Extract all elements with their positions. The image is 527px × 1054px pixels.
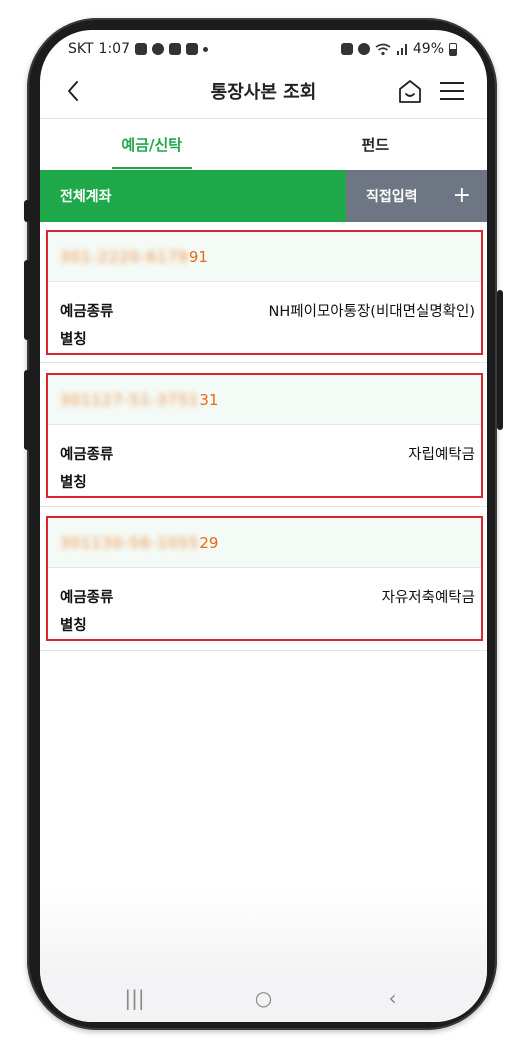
kakao-icon: [152, 43, 164, 55]
account-alias-label: 별칭: [60, 331, 87, 348]
tab-deposit-trust[interactable]: 예금/신탁: [40, 119, 264, 169]
battery-percent: 49%: [412, 41, 444, 57]
account-number-tail: 91: [188, 247, 208, 266]
phone-power-button: [497, 290, 503, 430]
recent-apps-button[interactable]: |||: [115, 984, 155, 1012]
chat-icon: [135, 43, 147, 55]
account-alias-row: 별칭: [60, 324, 475, 352]
tab-fund[interactable]: 펀드: [264, 119, 488, 169]
back-button[interactable]: [62, 76, 86, 106]
home-icon: [399, 80, 421, 103]
account-number: 301130-56-1055 29: [48, 518, 481, 568]
account-alias-row: 별칭: [60, 610, 475, 638]
alarm-icon: [340, 43, 353, 55]
status-left: SKT 1:07: [68, 41, 208, 57]
card-divider: [40, 362, 487, 363]
phone-side-button: [24, 200, 30, 222]
direct-input-label: 직접입력: [366, 189, 418, 205]
account-card[interactable]: 301-2220-6179 91 예금종류 NH페이모아통장(비대면실명확인) 별…: [46, 230, 483, 355]
account-number-masked: 301-2220-6179: [60, 247, 189, 266]
account-type-row: 예금종류 자립예탁금: [60, 439, 475, 467]
carrier: SKT: [68, 41, 94, 57]
app-header: 통장사본 조회: [40, 64, 487, 118]
account-alias-label: 별칭: [60, 617, 87, 634]
hamburger-icon: [440, 82, 464, 100]
battery-icon: [449, 42, 457, 56]
phone-volume-up: [24, 260, 30, 340]
account-type-label: 예금종류: [60, 303, 114, 320]
account-type-value: 자립예탁금: [408, 446, 475, 463]
system-back-button[interactable]: ‹: [373, 984, 413, 1012]
status-bar: SKT 1:07 49%: [40, 30, 487, 64]
account-number-masked: 301127-51-3751: [60, 390, 200, 409]
account-card[interactable]: 301127-51-3751 31 예금종류 자립예탁금 별칭: [46, 373, 483, 498]
account-number: 301127-51-3751 31: [48, 375, 481, 425]
account-type-row: 예금종류 자유저축예탁금: [60, 582, 475, 610]
system-home-button[interactable]: ○: [244, 984, 284, 1012]
card-divider: [40, 506, 487, 507]
account-alias-label: 별칭: [60, 474, 87, 491]
card-divider: [40, 650, 487, 651]
account-number-tail: 29: [199, 533, 219, 552]
account-card[interactable]: 301130-56-1055 29 예금종류 자유저축예탁금 별칭: [46, 516, 483, 641]
account-type-value: NH페이모아통장(비대면실명확인): [268, 303, 475, 320]
status-right: 49%: [340, 41, 457, 57]
account-number: 301-2220-6179 91: [48, 232, 481, 282]
account-details: 예금종류 NH페이모아통장(비대면실명확인) 별칭: [48, 282, 481, 352]
clock-icon: [357, 43, 370, 55]
account-number-masked: 301130-56-1055: [60, 533, 200, 552]
all-accounts-button[interactable]: 전체계좌: [40, 170, 346, 222]
phone-volume-down: [24, 370, 30, 450]
account-type-label: 예금종류: [60, 446, 114, 463]
content-bottom-fade: [40, 888, 487, 974]
account-details: 예금종류 자립예탁금 별칭: [48, 425, 481, 495]
signal-icon: [396, 44, 407, 55]
more-notifications-dot: [203, 46, 208, 52]
phone-screen: SKT 1:07 49% 통장사본 조회 예금/신탁 펀드 전체계좌 직접입력 …: [40, 30, 487, 1022]
system-nav-bar: ||| ○ ‹: [40, 974, 487, 1022]
account-filter-bar: 전체계좌 직접입력 +: [40, 170, 487, 222]
account-number-tail: 31: [199, 390, 219, 409]
app-icon: [186, 43, 198, 55]
menu-button[interactable]: [438, 76, 466, 106]
plus-icon: +: [452, 183, 471, 208]
time: 1:07: [98, 41, 130, 57]
account-type-row: 예금종류 NH페이모아통장(비대면실명확인): [60, 296, 475, 324]
account-type-label: 예금종류: [60, 589, 114, 606]
gallery-icon: [169, 43, 181, 55]
chevron-left-icon: [68, 81, 78, 101]
wifi-icon: [375, 43, 391, 55]
tab-bar: 예금/신탁 펀드: [40, 119, 487, 169]
account-alias-row: 별칭: [60, 467, 475, 495]
direct-input-button[interactable]: 직접입력 +: [346, 170, 487, 222]
account-details: 예금종류 자유저축예탁금 별칭: [48, 568, 481, 638]
page-title: 통장사본 조회: [210, 82, 317, 103]
home-button[interactable]: [396, 76, 424, 106]
account-type-value: 자유저축예탁금: [381, 589, 475, 606]
